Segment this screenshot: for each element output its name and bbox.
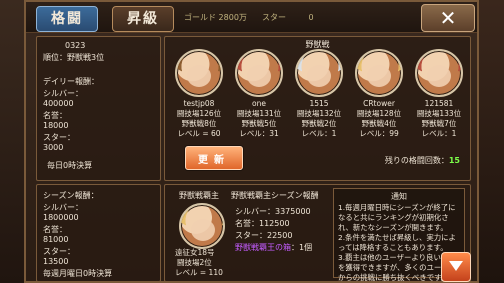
beast-rank: 野獣戦5位	[241, 119, 277, 128]
update-button-label: 更新	[198, 155, 230, 166]
beast-battle-panel: 野獣戦 testjp08 闘技場126位 野獣戦8位 レベル = 60 one …	[164, 36, 471, 181]
champion-level: レベル = 110	[175, 268, 223, 277]
arena-rank: 闘技場131位	[236, 109, 282, 118]
champion-reward-fame: 名誉：112500	[235, 219, 290, 228]
arena-rank: 闘技場132位	[296, 109, 342, 118]
champion-name: 遠征女18号	[175, 248, 215, 257]
season-reward-title: シーズン報酬：	[43, 191, 99, 200]
champion-season-reward-title: 野獣戦覇主シーズン報酬	[231, 191, 319, 200]
season-rewards-panel: シーズン報酬： シルバー： 1800000 名誉： 81000 スター： 135…	[36, 184, 161, 282]
daily-silver-label: シルバー：	[43, 89, 83, 98]
champion-title: 野獣戦覇主	[179, 191, 219, 200]
opponent-card[interactable]: one 闘技場131位 野獣戦5位 レベル：31	[231, 49, 287, 139]
scroll-down-button[interactable]	[441, 252, 471, 282]
star-label: スター	[262, 13, 286, 22]
arena-dialog: 格闘 昇級 ゴールド 2800万 スター 0 ✕ 0323 順位：野獣戦3位 デ…	[24, 0, 479, 283]
champion-box-link[interactable]: 野獣戦覇王の箱	[235, 243, 291, 252]
season-star-value: 13500	[43, 257, 69, 266]
dialog-top-bar: 格闘 昇級 ゴールド 2800万 スター 0 ✕	[26, 2, 477, 33]
season-star-label: スター：	[43, 247, 75, 256]
tab-promotion[interactable]: 昇級	[112, 6, 174, 32]
arena-rank: 闘技場128位	[356, 109, 402, 118]
level: レベル：1	[421, 129, 457, 138]
champion-avatar[interactable]	[179, 203, 225, 249]
player-id: 0323	[65, 41, 86, 50]
notice-title: 通知	[391, 192, 407, 201]
remaining-fights: 残りの格闘回数：15	[385, 155, 460, 166]
opponent-card[interactable]: testjp08 闘技場126位 野獣戦8位 レベル = 60	[171, 49, 227, 139]
remaining-value: 15	[448, 156, 460, 165]
champion-arena-rank: 闘技場2位	[177, 258, 212, 267]
tab-fight[interactable]: 格闘	[36, 6, 98, 32]
season-silver-value: 1800000	[43, 213, 79, 222]
daily-silver-value: 400000	[43, 99, 74, 108]
opponent-name: CRtower	[363, 99, 395, 108]
arena-rank: 闘技場133位	[416, 109, 462, 118]
notice-line: 1.毎週月曜日時にシーズンが終了になると共にランキングが初期化され、新たなシーズ…	[338, 203, 456, 232]
close-button[interactable]: ✕	[421, 4, 475, 32]
daily-reward-title: デイリー報酬：	[43, 77, 99, 86]
rank-line: 順位：野獣戦3位	[43, 53, 105, 62]
notice-line: 2.条件を満たせば昇級し、実力によっては降格することもあります。	[338, 233, 456, 252]
game-screen: 格闘 昇級 ゴールド 2800万 スター 0 ✕ 0323 順位：野獣戦3位 デ…	[0, 0, 504, 283]
star-value: 0	[308, 13, 314, 22]
opponent-card[interactable]: 1515 闘技場132位 野獣戦2位 レベル：1	[291, 49, 347, 139]
opponent-card[interactable]: 121581 闘技場133位 野獣戦7位 レベル：1	[411, 49, 467, 139]
avatar[interactable]	[235, 49, 283, 97]
level: レベル：31	[239, 129, 279, 138]
season-fame-value: 81000	[43, 235, 69, 244]
beast-rank: 野獣戦7位	[421, 119, 457, 128]
season-fame-label: 名誉：	[43, 225, 67, 234]
close-icon: ✕	[439, 6, 457, 30]
daily-fame-value: 18000	[43, 121, 69, 130]
beast-rank: 野獣戦2位	[301, 119, 337, 128]
beast-rank: 野獣戦8位	[181, 119, 217, 128]
daily-settlement: 毎日0時決算	[47, 161, 93, 170]
champion-reward-box: 野獣戦覇王の箱：1個	[235, 243, 312, 253]
champion-reward-silver: シルバー：3375000	[235, 207, 311, 216]
level: レベル：1	[301, 129, 337, 138]
avatar[interactable]	[355, 49, 403, 97]
avatar[interactable]	[295, 49, 343, 97]
daily-star-label: スター：	[43, 133, 75, 142]
daily-star-value: 3000	[43, 143, 64, 152]
update-button[interactable]: 更新	[185, 146, 243, 170]
season-silver-label: シルバー：	[43, 203, 83, 212]
level: レベル = 60	[177, 129, 221, 138]
champion-reward-star: スター：22500	[235, 231, 293, 240]
avatar[interactable]	[415, 49, 463, 97]
gold-value: 2800万	[218, 13, 247, 22]
opponent-card[interactable]: CRtower 闘技場128位 野獣戦4位 レベル：99	[351, 49, 407, 139]
gold-display: ゴールド 2800万	[184, 12, 247, 23]
arrow-down-icon	[449, 261, 463, 275]
star-display: スター 0	[262, 12, 314, 23]
champion-and-notice-panel: 野獣戦覇主 野獣戦覇主シーズン報酬 遠征女18号 闘技場2位 レベル = 110…	[164, 184, 471, 282]
daily-fame-label: 名誉：	[43, 111, 67, 120]
gold-label: ゴールド	[184, 13, 216, 22]
opponent-name: 1515	[309, 99, 329, 108]
rank-and-daily-rewards-panel: 0323 順位：野獣戦3位 デイリー報酬： シルバー： 400000 名誉： 1…	[36, 36, 161, 181]
weekly-settlement: 毎週月曜日0時決算	[43, 269, 113, 278]
opponent-name: one	[252, 99, 266, 108]
opponent-name: testjp08	[183, 99, 215, 108]
level: レベル：99	[359, 129, 399, 138]
champion-box-qty: ：1個	[291, 243, 313, 252]
avatar[interactable]	[175, 49, 223, 97]
arena-rank: 闘技場126位	[176, 109, 222, 118]
remaining-label: 残りの格闘回数：	[384, 156, 449, 165]
opponent-name: 121581	[424, 99, 454, 108]
beast-rank: 野獣戦4位	[361, 119, 397, 128]
